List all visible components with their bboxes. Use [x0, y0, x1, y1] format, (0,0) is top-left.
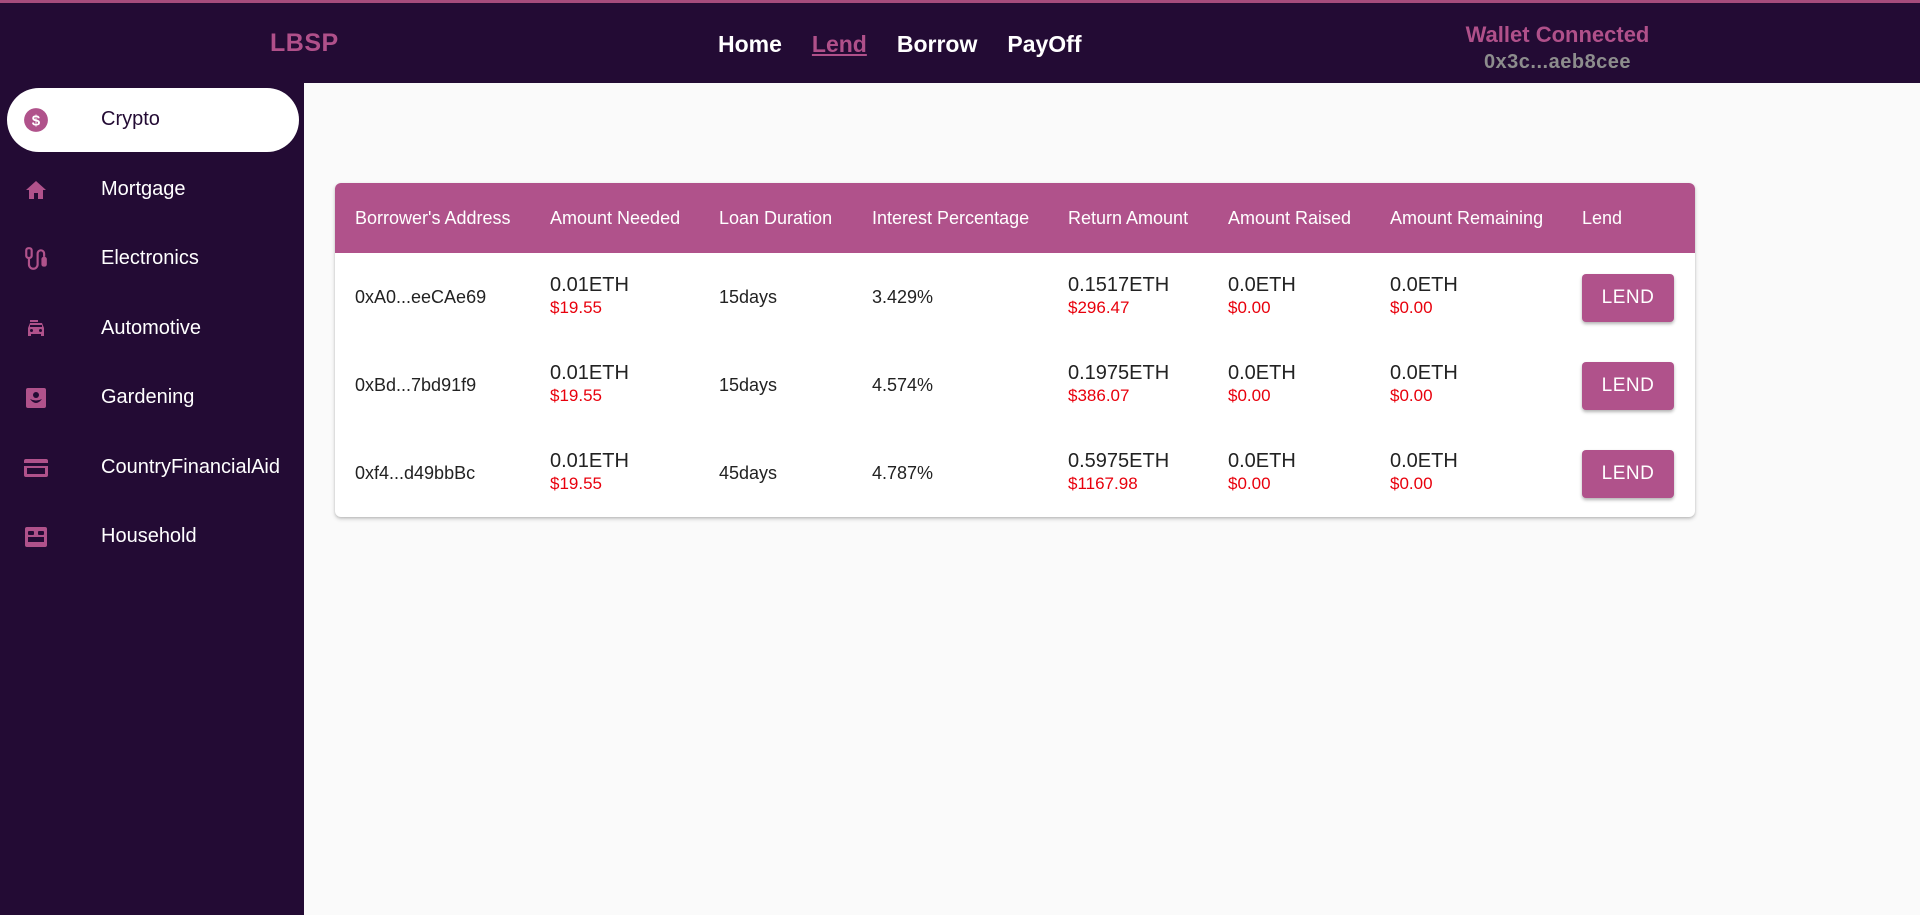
- column-header-amount-raised: Amount Raised: [1228, 208, 1352, 228]
- loan-duration: 45days: [719, 463, 778, 483]
- sidebar-item-label: Electronics: [101, 247, 199, 269]
- column-header-amount-needed: Amount Needed: [550, 208, 681, 228]
- interest-percentage: 4.574%: [872, 375, 934, 395]
- wallet-info[interactable]: Wallet Connected 0x3c...aeb8cee: [1405, 21, 1710, 75]
- bed-icon: [23, 524, 49, 550]
- return-amount-usd: $1167.98: [1068, 474, 1138, 493]
- amount-needed-usd: $19.55: [550, 474, 602, 493]
- sidebar-item-label: Mortgage: [101, 178, 186, 200]
- main-nav: Home Lend Borrow PayOff: [718, 31, 1082, 58]
- sidebar-item-label: CountryFinancialAid: [101, 456, 280, 478]
- amount-remaining-eth: 0.0ETH: [1390, 274, 1458, 296]
- sidebar-item-household[interactable]: Household: [7, 505, 299, 569]
- sidebar-item-mortgage[interactable]: Mortgage: [7, 158, 299, 222]
- amount-remaining-usd: $0.00: [1390, 386, 1433, 405]
- sidebar-item-crypto[interactable]: $ Crypto: [7, 88, 299, 152]
- wallet-status: Wallet Connected: [1465, 22, 1650, 47]
- lend-button[interactable]: LEND: [1582, 450, 1674, 498]
- amount-remaining-eth: 0.0ETH: [1390, 362, 1458, 384]
- sidebar-item-countryfinancialaid[interactable]: CountryFinancialAid: [7, 436, 299, 500]
- brand-logo[interactable]: LBSP: [270, 29, 339, 58]
- nav-home[interactable]: Home: [718, 31, 782, 58]
- amount-needed-eth: 0.01ETH: [550, 274, 629, 296]
- column-header-return-amount: Return Amount: [1068, 208, 1189, 228]
- column-header-lend: Lend: [1582, 208, 1623, 228]
- borrower-address: 0xBd...7bd91f9: [355, 375, 477, 395]
- sidebar-item-label: Crypto: [101, 108, 160, 130]
- car-icon: [23, 316, 49, 342]
- sidebar-item-electronics[interactable]: Electronics: [7, 227, 299, 291]
- amount-remaining-eth: 0.0ETH: [1390, 450, 1458, 472]
- return-amount-eth: 0.5975ETH: [1068, 450, 1170, 472]
- nav-borrow[interactable]: Borrow: [897, 31, 978, 58]
- interest-percentage: 4.787%: [872, 463, 934, 483]
- amount-remaining-usd: $0.00: [1390, 474, 1433, 493]
- home-icon: [23, 177, 49, 203]
- return-amount-eth: 0.1517ETH: [1068, 274, 1170, 296]
- loan-duration: 15days: [719, 375, 778, 395]
- wallet-address: 0x3c...aeb8cee: [1483, 51, 1632, 73]
- garden-icon: [23, 385, 49, 411]
- dollar-circle-icon: $: [23, 107, 49, 133]
- column-header-interest-percentage: Interest Percentage: [872, 208, 1030, 228]
- return-amount-eth: 0.1975ETH: [1068, 362, 1170, 384]
- amount-raised-eth: 0.0ETH: [1228, 450, 1296, 472]
- amount-raised-usd: $0.00: [1228, 386, 1271, 405]
- amount-raised-usd: $0.00: [1228, 474, 1271, 493]
- interest-percentage: 3.429%: [872, 287, 934, 307]
- top-bar: LBSP Home Lend Borrow PayOff Wallet Conn…: [0, 0, 1920, 83]
- sidebar-item-label: Gardening: [101, 386, 195, 408]
- table-row: 0xA0...eeCAe69 0.01ETH $19.55 15days 3.4…: [335, 254, 1695, 342]
- amount-remaining-usd: $0.00: [1390, 298, 1433, 317]
- return-amount-usd: $386.07: [1068, 386, 1130, 405]
- amount-raised-usd: $0.00: [1228, 298, 1271, 317]
- amount-raised-eth: 0.0ETH: [1228, 362, 1296, 384]
- svg-text:$: $: [32, 112, 41, 129]
- borrower-address: 0xf4...d49bbBc: [355, 463, 476, 483]
- loans-table: Borrower's Address Amount Needed Loan Du…: [335, 183, 1695, 517]
- credit-card-icon: [23, 455, 49, 481]
- amount-needed-usd: $19.55: [550, 386, 602, 405]
- borrower-address: 0xA0...eeCAe69: [355, 287, 487, 307]
- amount-raised-eth: 0.0ETH: [1228, 274, 1296, 296]
- table-header: Borrower's Address Amount Needed Loan Du…: [335, 183, 1695, 253]
- electronics-icon: [23, 246, 49, 272]
- lend-button[interactable]: LEND: [1582, 362, 1674, 410]
- column-header-amount-remaining: Amount Remaining: [1390, 208, 1544, 228]
- sidebar-item-automotive[interactable]: Automotive: [7, 297, 299, 361]
- table-row: 0xf4...d49bbBc 0.01ETH $19.55 45days 4.7…: [335, 430, 1695, 517]
- nav-lend[interactable]: Lend: [812, 31, 867, 58]
- lend-button[interactable]: LEND: [1582, 274, 1674, 322]
- loan-duration: 15days: [719, 287, 778, 307]
- amount-needed-eth: 0.01ETH: [550, 362, 629, 384]
- sidebar-item-gardening[interactable]: Gardening: [7, 366, 299, 430]
- table-row: 0xBd...7bd91f9 0.01ETH $19.55 15days 4.5…: [335, 342, 1695, 430]
- amount-needed-eth: 0.01ETH: [550, 450, 629, 472]
- column-header-borrower-address: Borrower's Address: [355, 208, 511, 228]
- sidebar-item-label: Household: [101, 525, 197, 547]
- sidebar: $ Crypto Mortgage Electronics Automotive…: [0, 83, 304, 915]
- return-amount-usd: $296.47: [1068, 298, 1130, 317]
- nav-payoff[interactable]: PayOff: [1007, 31, 1081, 58]
- column-header-loan-duration: Loan Duration: [719, 208, 833, 228]
- amount-needed-usd: $19.55: [550, 298, 602, 317]
- sidebar-item-label: Automotive: [101, 317, 202, 339]
